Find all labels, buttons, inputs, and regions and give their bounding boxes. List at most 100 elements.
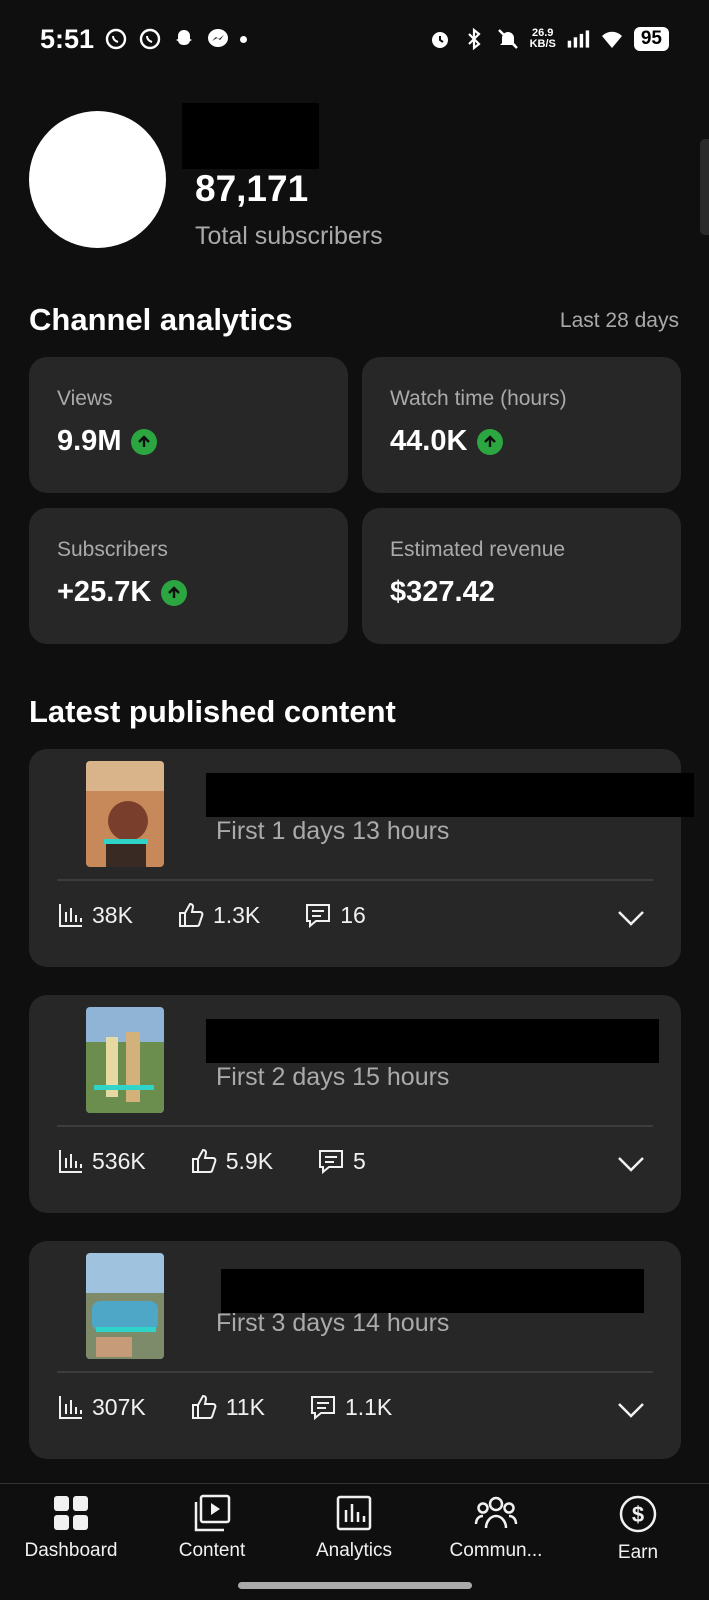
nav-community[interactable]: Commun...: [426, 1494, 566, 1562]
comment-icon: [310, 1396, 335, 1421]
redacted-video-title: [206, 1019, 659, 1063]
stat-label: Watch time (hours): [390, 387, 567, 410]
stat-card-views[interactable]: Views 9.9M: [29, 357, 348, 493]
views-metric: 536K: [58, 1148, 146, 1175]
trend-up-icon: [131, 428, 158, 455]
stat-label: Subscribers: [57, 538, 168, 561]
whatsapp-icon: [105, 28, 127, 50]
comments-count: 5: [353, 1147, 366, 1174]
dashboard-icon: [54, 1496, 88, 1530]
nav-label: Commun...: [449, 1540, 543, 1561]
signal-icon: [567, 30, 590, 48]
comment-icon: [319, 1150, 344, 1175]
messenger-icon: [208, 29, 229, 47]
stat-card-revenue[interactable]: Estimated revenue $327.42: [362, 508, 681, 644]
comments-metric: 1.1K: [309, 1393, 392, 1421]
wifi-icon: [601, 31, 622, 48]
divider: [57, 1371, 653, 1373]
snapchat-icon: [176, 30, 193, 45]
content-card[interactable]: First 3 days 14 hours 307K 11K 1.1K: [29, 1241, 681, 1459]
views-metric: 38K: [58, 902, 133, 929]
home-indicator[interactable]: [238, 1582, 472, 1589]
video-age: First 2 days 15 hours: [216, 1063, 450, 1091]
video-age: First 3 days 14 hours: [216, 1309, 450, 1337]
stat-value: +25.7K: [57, 576, 152, 608]
status-bar: 5:51 26.9 KB/S 95: [0, 0, 709, 78]
comments-count: 16: [340, 901, 366, 928]
content-icon: [194, 1494, 231, 1532]
nav-label: Content: [178, 1540, 246, 1561]
bar-chart-icon: [59, 1150, 82, 1173]
video-metrics: 38K 1.3K 16: [58, 901, 366, 929]
views-count: 536K: [92, 1147, 146, 1174]
video-thumbnail[interactable]: [86, 761, 164, 867]
stat-value: 44.0K: [390, 425, 468, 457]
redacted-video-title: [221, 1269, 644, 1313]
analytics-range[interactable]: Last 28 days: [560, 309, 679, 333]
trend-up-icon: [477, 428, 504, 455]
stat-card-watch-time[interactable]: Watch time (hours) 44.0K: [362, 357, 681, 493]
views-count: 307K: [92, 1393, 146, 1420]
stat-label: Estimated revenue: [390, 538, 566, 561]
likes-metric: 5.9K: [190, 1147, 273, 1175]
analytics-title: Channel analytics: [29, 302, 293, 337]
stat-card-subscribers[interactable]: Subscribers +25.7K: [29, 508, 348, 644]
views-count: 38K: [92, 901, 133, 928]
chevron-down-icon[interactable]: [617, 1401, 645, 1419]
nav-label: Earn: [617, 1542, 659, 1563]
content-card[interactable]: First 1 days 13 hours 38K 1.3K 16: [29, 749, 694, 967]
views-metric: 307K: [58, 1394, 146, 1421]
status-time: 5:51: [40, 23, 95, 54]
thumbs-up-icon: [178, 902, 204, 927]
likes-count: 1.3K: [212, 901, 261, 928]
network-speed-unit: KB/S: [529, 38, 556, 50]
stat-value: 9.9M: [57, 425, 122, 457]
nav-label: Dashboard: [24, 1540, 118, 1561]
trend-up-icon: [161, 579, 188, 606]
video-thumbnail[interactable]: [86, 1253, 164, 1359]
video-thumbnail[interactable]: [86, 1007, 164, 1113]
chevron-down-icon[interactable]: [617, 1155, 645, 1173]
nav-content[interactable]: Content: [142, 1494, 282, 1562]
redacted-channel-name: [182, 103, 319, 169]
stat-label: Views: [57, 387, 113, 410]
comments-metric: 16: [304, 901, 366, 929]
comments-metric: 5: [317, 1147, 366, 1175]
stat-value: $327.42: [390, 576, 495, 608]
mute-bell-icon: [497, 29, 518, 49]
channel-avatar[interactable]: [29, 111, 166, 248]
nav-label: Analytics: [315, 1540, 393, 1561]
likes-metric: 11K: [190, 1393, 265, 1421]
svg-text:$: $: [632, 1502, 644, 1527]
likes-count: 11K: [225, 1393, 265, 1420]
redacted-video-title: [206, 773, 694, 817]
content-card[interactable]: First 2 days 15 hours 536K 5.9K 5: [29, 995, 681, 1213]
nav-earn[interactable]: $ Earn: [568, 1494, 708, 1564]
thumbs-up-icon: [191, 1148, 217, 1173]
whatsapp-business-icon: [139, 28, 161, 50]
video-metrics: 536K 5.9K 5: [58, 1147, 366, 1175]
scroll-indicator: [700, 139, 709, 235]
divider: [57, 1125, 653, 1127]
likes-metric: 1.3K: [177, 901, 260, 929]
chevron-down-icon[interactable]: [617, 909, 645, 927]
nav-analytics[interactable]: Analytics: [284, 1494, 424, 1562]
video-age: First 1 days 13 hours: [216, 817, 450, 845]
earn-icon: $: [619, 1495, 657, 1533]
notification-dot-icon: [240, 35, 248, 43]
latest-content-title: Latest published content: [29, 694, 396, 729]
divider: [57, 879, 653, 881]
analytics-icon: [336, 1495, 372, 1531]
community-icon: [474, 1496, 518, 1529]
bar-chart-icon: [59, 904, 82, 927]
nav-dashboard[interactable]: Dashboard: [1, 1494, 141, 1562]
video-metrics: 307K 11K 1.1K: [58, 1393, 392, 1421]
comments-count: 1.1K: [344, 1393, 393, 1420]
thumbs-up-icon: [191, 1394, 217, 1419]
comment-icon: [306, 904, 331, 929]
bluetooth-icon: [467, 27, 481, 51]
subscriber-label: Total subscribers: [195, 222, 383, 250]
subscriber-count: 87,171: [195, 168, 309, 209]
alarm-icon: [431, 32, 448, 48]
battery-level: 95: [633, 27, 669, 51]
